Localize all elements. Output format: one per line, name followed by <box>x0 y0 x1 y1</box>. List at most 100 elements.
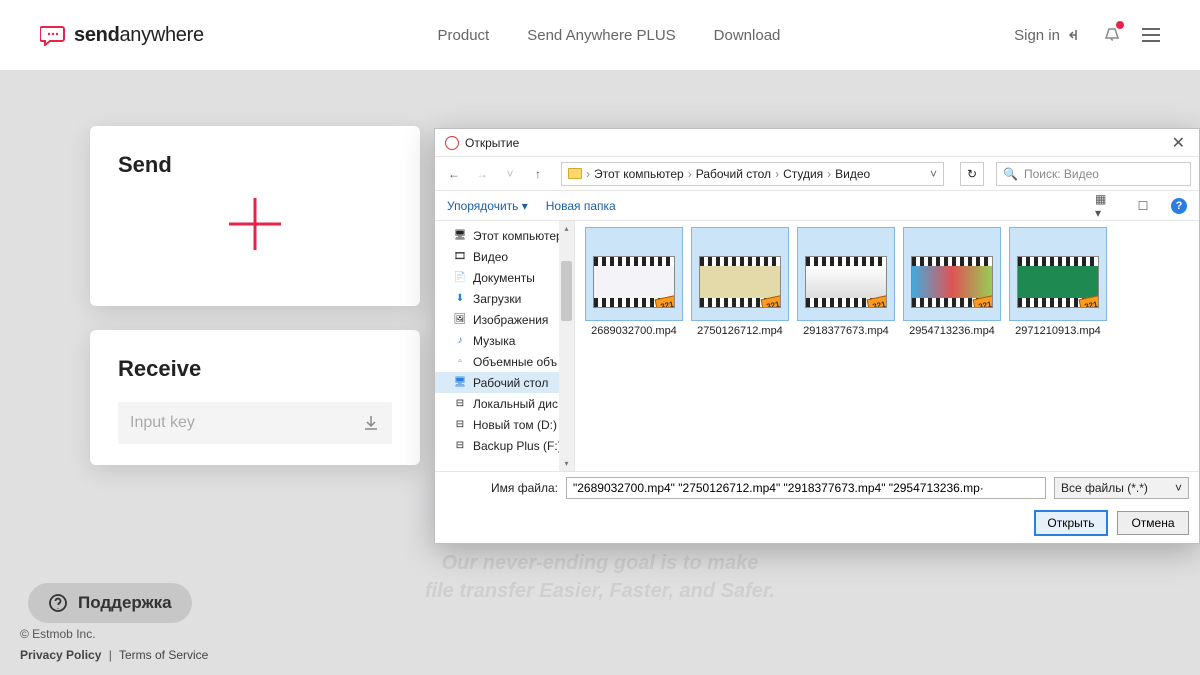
signin-label: Sign in <box>1014 27 1060 44</box>
tree-item[interactable]: Объемные объ <box>435 351 574 372</box>
right-nav: Sign in <box>1014 23 1160 47</box>
dialog-toolbar: Упорядочить ▾ Новая папка ▦ ▾ ☐ ? <box>435 191 1199 221</box>
signin-button[interactable]: Sign in <box>1014 27 1082 44</box>
help-button[interactable]: ? <box>1171 198 1187 214</box>
tree-item[interactable]: Видео <box>435 246 574 267</box>
dialog-filename-row: Имя файла: Все файлы (*.*)˅ <box>435 471 1199 503</box>
tree-label: Новый том (D:) <box>473 418 557 432</box>
nav-product[interactable]: Product <box>438 27 490 44</box>
folder-icon <box>568 168 582 179</box>
crumb-video[interactable]: Видео <box>835 167 870 181</box>
tree-item[interactable]: Загрузки <box>435 288 574 309</box>
refresh-button[interactable]: ↻ <box>960 162 984 186</box>
crumb-desktop[interactable]: Рабочий стол <box>696 167 771 181</box>
file-open-dialog: Открытие ✕ ← → ˅ ↑ ›Этот компьютер ›Рабо… <box>434 128 1200 544</box>
tree-item[interactable]: Локальный дис <box>435 393 574 414</box>
file-name: 2954713236.mp4 <box>903 325 1001 337</box>
open-button[interactable]: Открыть <box>1035 511 1107 535</box>
tree-item[interactable]: Документы <box>435 267 574 288</box>
tree-label: Музыка <box>473 334 515 348</box>
support-label: Поддержка <box>78 593 172 613</box>
nav-forward-button[interactable]: → <box>471 163 493 185</box>
receive-key-input[interactable]: Input key <box>118 402 392 444</box>
file-item[interactable]: 3212750126712.mp4 <box>691 227 789 337</box>
add-files-button[interactable] <box>229 198 281 250</box>
tree-label: Изображения <box>473 313 548 327</box>
help-icon <box>48 593 68 613</box>
folder-icon <box>453 230 467 242</box>
notification-dot <box>1116 21 1124 29</box>
tree-label: Этот компьютер <box>473 229 563 243</box>
receive-placeholder: Input key <box>130 414 195 432</box>
footer-privacy[interactable]: Privacy Policy <box>20 648 101 662</box>
menu-icon[interactable] <box>1142 28 1160 42</box>
file-item[interactable]: 3212918377673.mp4 <box>797 227 895 337</box>
file-item[interactable]: 3212954713236.mp4 <box>903 227 1001 337</box>
tree-item[interactable]: Этот компьютер <box>435 225 574 246</box>
file-list: 3212689032700.mp43212750126712.mp4321291… <box>575 221 1199 471</box>
close-button[interactable]: ✕ <box>1166 133 1191 153</box>
opera-icon <box>445 136 459 150</box>
nav: Product Send Anywhere PLUS Download <box>438 27 781 44</box>
folder-icon <box>453 419 467 431</box>
crumb-studio[interactable]: Студия <box>783 167 823 181</box>
crumb-pc[interactable]: Этот компьютер <box>594 167 684 181</box>
nav-download[interactable]: Download <box>714 27 781 44</box>
footer-tos[interactable]: Terms of Service <box>119 648 208 662</box>
tagline: Our never-ending goal is to make file tr… <box>425 549 775 605</box>
folder-icon <box>453 377 467 389</box>
organize-button[interactable]: Упорядочить ▾ <box>447 199 528 213</box>
dialog-title: Открытие <box>465 136 519 150</box>
preview-button[interactable]: ☐ <box>1133 198 1153 214</box>
nav-recent-button[interactable]: ˅ <box>499 163 521 185</box>
folder-tree: Этот компьютер Видео Документы Загрузки Изоб… <box>435 221 575 471</box>
crumb-dropdown[interactable]: ˅ <box>930 167 937 181</box>
nav-plus[interactable]: Send Anywhere PLUS <box>527 27 675 44</box>
notifications-icon[interactable] <box>1102 23 1122 47</box>
dialog-navbar: ← → ˅ ↑ ›Этот компьютер ›Рабочий стол ›С… <box>435 157 1199 191</box>
tree-label: Локальный дис <box>473 397 558 411</box>
tree-item[interactable]: Изображения <box>435 309 574 330</box>
search-placeholder: Поиск: Видео <box>1024 167 1099 181</box>
search-icon: 🔍 <box>1003 167 1018 181</box>
breadcrumb[interactable]: ›Этот компьютер ›Рабочий стол ›Студия ›В… <box>561 162 944 186</box>
dialog-buttons: Открыть Отмена <box>435 503 1199 543</box>
filetype-label: Все файлы (*.*) <box>1061 481 1148 495</box>
header: sendanywhere Product Send Anywhere PLUS … <box>0 0 1200 70</box>
folder-icon <box>453 272 467 284</box>
file-name: 2750126712.mp4 <box>691 325 789 337</box>
footer-copyright: © Estmob Inc. <box>20 624 208 646</box>
send-card: Send <box>90 126 420 306</box>
file-item[interactable]: 3212689032700.mp4 <box>585 227 683 337</box>
file-item[interactable]: 3212971210913.mp4 <box>1009 227 1107 337</box>
tree-scrollbar[interactable]: ▴▾ <box>559 221 574 471</box>
send-title: Send <box>118 152 392 178</box>
logo-icon <box>40 24 68 46</box>
tree-label: Видео <box>473 250 508 264</box>
tree-item[interactable]: Рабочий стол <box>435 372 574 393</box>
tree-item[interactable]: Новый том (D:) <box>435 414 574 435</box>
newfolder-button[interactable]: Новая папка <box>546 199 616 213</box>
dialog-titlebar: Открытие ✕ <box>435 129 1199 157</box>
folder-icon <box>453 356 467 368</box>
file-name: 2971210913.mp4 <box>1009 325 1107 337</box>
filename-label: Имя файла: <box>491 481 558 495</box>
tree-item[interactable]: Backup Plus (F:) <box>435 435 574 456</box>
folder-icon <box>453 293 467 305</box>
cancel-button[interactable]: Отмена <box>1117 511 1189 535</box>
search-input[interactable]: 🔍 Поиск: Видео <box>996 162 1191 186</box>
nav-back-button[interactable]: ← <box>443 163 465 185</box>
support-button[interactable]: Поддержка <box>28 583 192 623</box>
folder-icon <box>453 314 467 326</box>
signin-icon <box>1068 28 1082 42</box>
tree-item[interactable]: Музыка <box>435 330 574 351</box>
folder-icon <box>453 251 467 263</box>
download-icon <box>362 414 380 432</box>
filetype-select[interactable]: Все файлы (*.*)˅ <box>1054 477 1189 499</box>
view-button[interactable]: ▦ ▾ <box>1095 198 1115 214</box>
tree-label: Документы <box>473 271 535 285</box>
folder-icon <box>453 335 467 347</box>
nav-up-button[interactable]: ↑ <box>527 163 549 185</box>
filename-input[interactable] <box>566 477 1046 499</box>
logo[interactable]: sendanywhere <box>40 24 204 47</box>
